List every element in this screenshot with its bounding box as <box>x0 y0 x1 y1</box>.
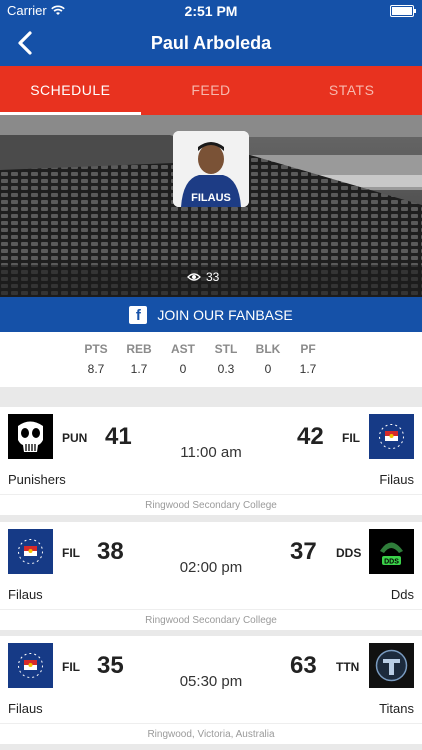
team-name: Filaus <box>8 587 43 602</box>
filaus-crest-icon <box>369 414 414 459</box>
player-photo: FILAUS <box>173 131 249 207</box>
team-abbr: FIL <box>62 546 80 560</box>
view-count-value: 33 <box>206 270 220 284</box>
team-name: Filaus <box>8 701 43 716</box>
stat-blk: BLK 0 <box>246 342 290 376</box>
team-abbr: TTN <box>336 660 360 674</box>
game-card[interactable]: FIL 35 05:30 pm 63 TTN Filaus Titans Rin… <box>0 636 422 744</box>
titans-crest-icon <box>369 643 414 688</box>
team-abbr: FIL <box>342 431 360 445</box>
player-avatar[interactable]: FILAUS <box>173 131 249 207</box>
venue-label: Ringwood, Victoria, Australia <box>0 723 422 745</box>
tab-bar: SCHEDULE FEED STATS <box>0 66 422 115</box>
navigation-bar: Paul Arboleda <box>0 22 422 66</box>
team-score: 63 <box>290 652 317 679</box>
stat-value: 8.7 <box>87 362 105 376</box>
team-name: Filaus <box>379 472 414 487</box>
view-count: 33 <box>187 270 219 284</box>
stat-stl: STL 0.3 <box>204 342 248 376</box>
stat-pts: PTS 8.7 <box>74 342 118 376</box>
stat-value: 1.7 <box>299 362 317 376</box>
team-score: 42 <box>297 423 324 450</box>
team-score: 37 <box>290 538 317 565</box>
titans-logo <box>369 643 414 688</box>
game-card[interactable]: FIL 38 02:00 pm 37 DDS DDS Filaus Dds Ri… <box>0 522 422 630</box>
battery-icon <box>390 5 416 17</box>
dds-logo: DDS <box>369 529 414 574</box>
stat-value: 1.7 <box>130 362 148 376</box>
team-abbr: PUN <box>62 431 88 445</box>
filaus-logo <box>369 414 414 459</box>
stat-value: 0 <box>264 362 272 376</box>
facebook-icon: f <box>129 305 148 324</box>
game-time: 11:00 am <box>180 444 242 461</box>
stat-label: PTS <box>84 342 108 356</box>
stat-pf: PF 1.7 <box>286 342 330 376</box>
stat-label: AST <box>171 342 195 356</box>
venue-label: Ringwood Secondary College <box>0 494 422 516</box>
game-time: 02:00 pm <box>179 559 243 576</box>
stat-label: REB <box>126 342 152 356</box>
jersey-text: FILAUS <box>191 192 231 204</box>
join-fanbase-label: JOIN OUR FANBASE <box>157 306 293 323</box>
stat-label: PF <box>300 342 316 356</box>
join-fanbase-button[interactable]: f JOIN OUR FANBASE <box>0 297 422 332</box>
stat-value: 0 <box>179 362 187 376</box>
stat-label: STL <box>214 342 238 356</box>
team-name: Titans <box>379 701 414 716</box>
team-name: Punishers <box>8 472 66 487</box>
tab-schedule[interactable]: SCHEDULE <box>0 66 141 115</box>
status-bar: Carrier 2:51 PM <box>0 0 422 22</box>
stat-ast: AST 0 <box>161 342 205 376</box>
tab-stats[interactable]: STATS <box>281 66 422 115</box>
eye-icon <box>187 273 201 281</box>
team-name: Dds <box>390 587 414 602</box>
page-title: Paul Arboleda <box>150 33 272 53</box>
dds-crest-icon: DDS <box>369 529 414 574</box>
dds-logo-text: DDS <box>384 559 399 566</box>
stat-reb: REB 1.7 <box>117 342 161 376</box>
stat-label: BLK <box>255 342 281 356</box>
clock: 2:51 PM <box>184 3 238 19</box>
team-abbr: DDS <box>336 546 362 560</box>
game-card[interactable]: PUN 41 11:00 am 42 FIL Punishers Filaus … <box>0 407 422 515</box>
venue-label: Ringwood Secondary College <box>0 609 422 631</box>
game-time: 05:30 pm <box>179 673 243 690</box>
team-abbr: FIL <box>62 660 80 674</box>
tab-feed[interactable]: FEED <box>141 66 282 115</box>
player-stats: PTS 8.7 REB 1.7 AST 0 STL 0.3 BLK 0 PF 1… <box>0 332 422 387</box>
stat-value: 0.3 <box>217 362 235 376</box>
